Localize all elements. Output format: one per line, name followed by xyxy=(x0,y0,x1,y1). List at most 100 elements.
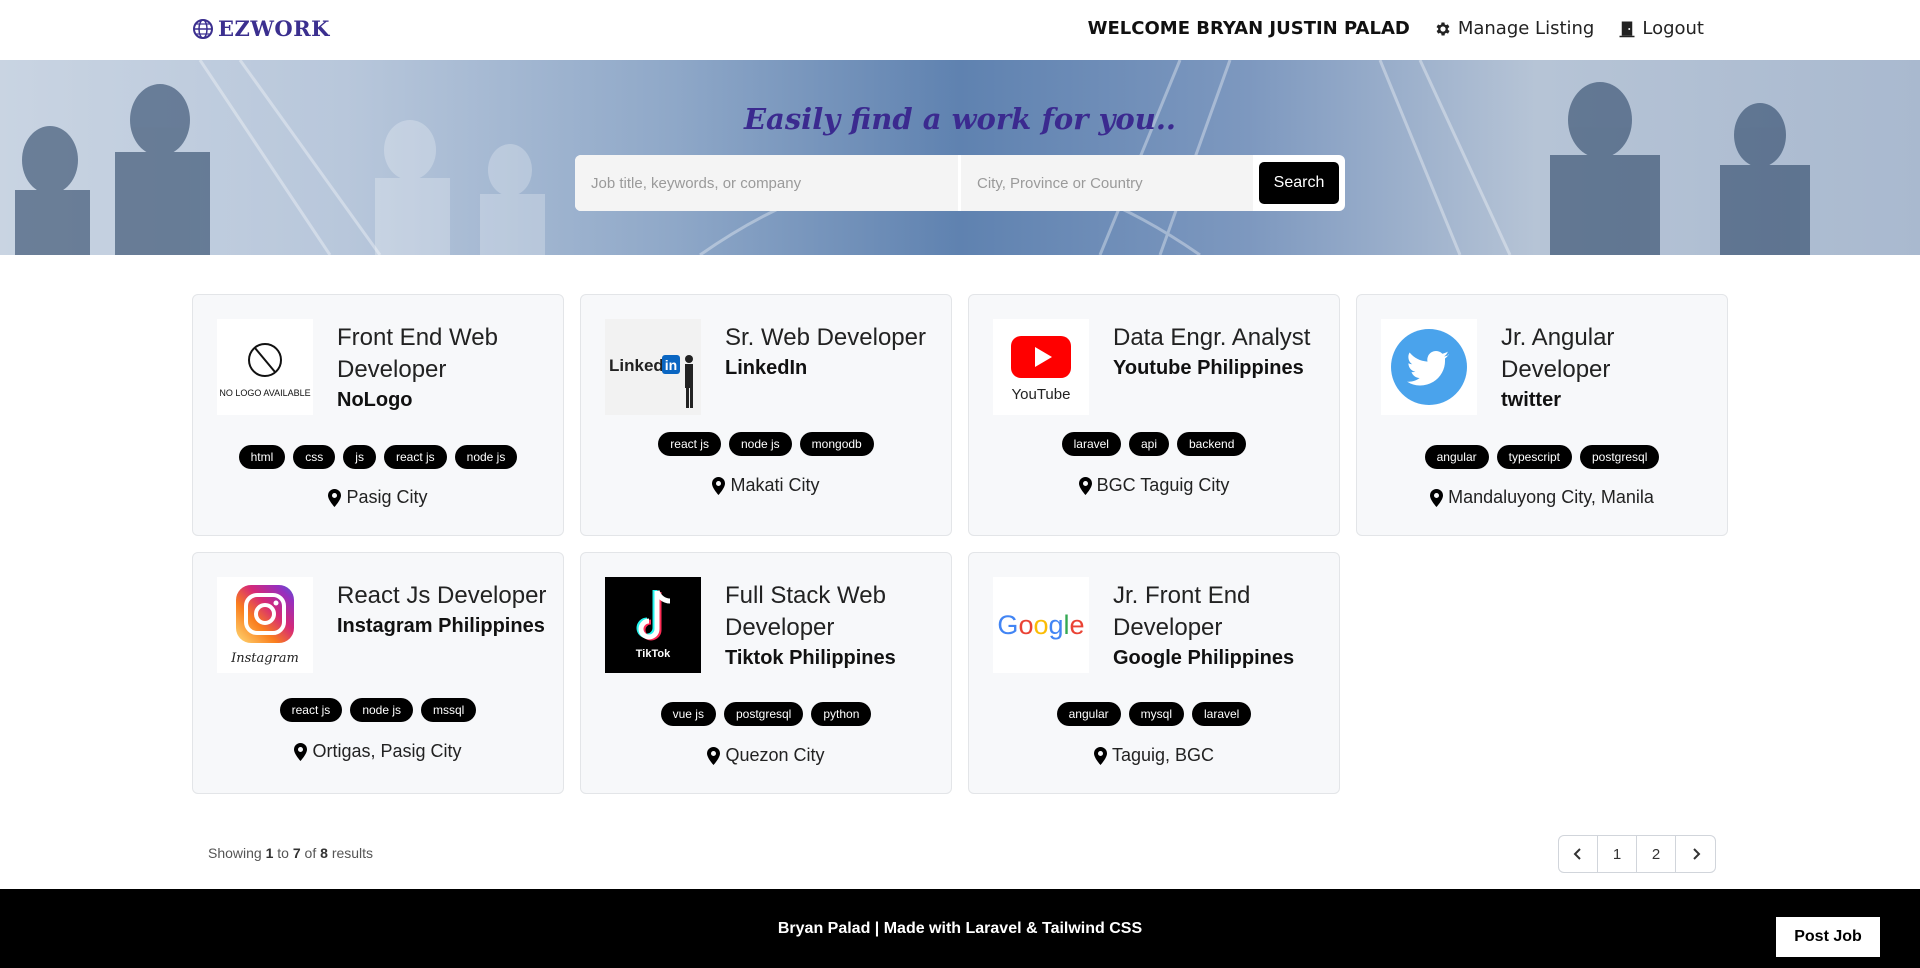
map-pin-icon xyxy=(1078,476,1092,495)
tag[interactable]: angular xyxy=(1056,702,1121,726)
footer: Bryan Palad | Made with Laravel & Tailwi… xyxy=(0,889,1920,968)
job-card[interactable]: NO LOGO AVAILABLE Front End Web Develope… xyxy=(192,294,564,536)
tag[interactable]: react js xyxy=(279,698,343,722)
pagination: 1 2 xyxy=(1558,835,1716,873)
youtube-caption: YouTube xyxy=(1012,386,1071,403)
showing-prefix: Showing xyxy=(208,845,262,861)
logout-label: Logout xyxy=(1642,18,1704,39)
job-title: React Js Developer xyxy=(337,582,547,609)
logo[interactable]: EZWORK xyxy=(192,16,330,41)
tag[interactable]: node js xyxy=(728,432,792,456)
page-1-button[interactable]: 1 xyxy=(1598,836,1637,872)
company-name: NoLogo xyxy=(337,389,413,411)
logout-link[interactable]: Logout xyxy=(1618,18,1704,39)
tiktok-icon: TikTok xyxy=(605,577,701,673)
company-name: Instagram Philippines xyxy=(337,615,545,637)
job-location: Taguig, BGC xyxy=(969,745,1339,766)
location-text: BGC Taguig City xyxy=(1096,475,1230,495)
job-card[interactable]: Google Jr. Front End Developer Google Ph… xyxy=(968,552,1340,794)
tag-list: react js node js mongodb xyxy=(581,432,951,456)
job-location: Pasig City xyxy=(193,487,563,508)
job-card[interactable]: Linked in Sr. Web Developer LinkedIn rea… xyxy=(580,294,952,536)
tag-list: html css js react js node js xyxy=(193,445,563,469)
results-summary: Showing 1 to 7 of 8 results xyxy=(208,845,373,861)
door-icon xyxy=(1619,21,1635,37)
tag[interactable]: typescript xyxy=(1496,445,1572,469)
tag[interactable]: react js xyxy=(658,432,721,456)
tag-list: angular typescript postgresql xyxy=(1357,445,1727,469)
company-logo xyxy=(1381,319,1477,415)
results-to: 7 xyxy=(292,845,301,861)
map-pin-icon xyxy=(1430,488,1444,507)
results-from: 1 xyxy=(265,845,274,861)
map-pin-icon xyxy=(1093,746,1107,765)
tag[interactable]: js xyxy=(343,445,376,469)
tag[interactable]: node js xyxy=(350,698,414,722)
results-word: results xyxy=(331,845,374,861)
job-card[interactable]: Instagram React Js Developer Instagram P… xyxy=(192,552,564,794)
post-job-button[interactable]: Post Job xyxy=(1776,917,1880,957)
welcome-text: WELCOME BRYAN JUSTIN PALAD xyxy=(1087,18,1410,39)
company-name: LinkedIn xyxy=(725,357,808,379)
job-location: Ortigas, Pasig City xyxy=(193,741,563,762)
job-location: Makati City xyxy=(581,475,951,496)
tag[interactable]: api xyxy=(1128,432,1169,456)
tag[interactable]: vue js xyxy=(660,702,716,726)
company-name: Tiktok Philippines xyxy=(725,647,896,669)
manage-listing-label: Manage Listing xyxy=(1457,18,1595,39)
tag[interactable]: mssql xyxy=(421,698,477,722)
tag[interactable]: react js xyxy=(383,445,447,469)
tag[interactable]: mongodb xyxy=(799,432,874,456)
tag[interactable]: html xyxy=(238,445,286,469)
company-name: Google Philippines xyxy=(1113,647,1295,669)
nav-right: WELCOME BRYAN JUSTIN PALAD Manage Listin… xyxy=(1088,18,1704,39)
of-word: of xyxy=(304,845,317,861)
keyword-search-input[interactable] xyxy=(575,155,958,211)
job-location: Mandaluyong City, Manila xyxy=(1357,487,1727,508)
tiktok-caption: TikTok xyxy=(636,648,671,660)
job-title: Jr. Front End Developer xyxy=(1113,582,1251,641)
tag-list: vue js postgresql python xyxy=(581,702,951,726)
tag[interactable]: postgresql xyxy=(1580,445,1660,469)
location-text: Mandaluyong City, Manila xyxy=(1448,487,1654,507)
company-logo: NO LOGO AVAILABLE xyxy=(217,319,313,415)
globe-icon xyxy=(193,18,213,39)
job-card[interactable]: Jr. Angular Developer twitter angular ty… xyxy=(1356,294,1728,536)
tag[interactable]: node js xyxy=(454,445,518,469)
tag[interactable]: laravel xyxy=(1192,702,1252,726)
job-card[interactable]: YouTube Data Engr. Analyst Youtube Phili… xyxy=(968,294,1340,536)
map-pin-icon xyxy=(707,746,721,765)
company-logo: Linked in xyxy=(605,319,701,415)
tag[interactable]: backend xyxy=(1177,432,1247,456)
search-button[interactable]: Search xyxy=(1259,162,1339,204)
tag[interactable]: postgresql xyxy=(723,702,804,726)
tag[interactable]: laravel xyxy=(1061,432,1121,456)
tag[interactable]: mysql xyxy=(1128,702,1184,726)
prev-page-button[interactable] xyxy=(1559,836,1598,872)
chevron-left-icon xyxy=(1573,848,1581,860)
footer-credit: Bryan Palad | Made with Laravel & Tailwi… xyxy=(777,920,1143,937)
job-title: Full Stack Web Developer xyxy=(725,582,886,641)
logo-text: EZWORK xyxy=(218,16,330,41)
instagram-icon: Instagram xyxy=(230,585,299,666)
next-page-button[interactable] xyxy=(1676,836,1715,872)
manage-listing-link[interactable]: Manage Listing xyxy=(1434,18,1595,39)
google-icon: Google xyxy=(997,610,1084,640)
google-caption: Google xyxy=(997,610,1084,640)
tag-list: angular mysql laravel xyxy=(969,702,1339,726)
to-word: to xyxy=(277,845,289,861)
location-search-input[interactable] xyxy=(961,155,1253,211)
tag[interactable]: python xyxy=(811,702,872,726)
top-nav: EZWORK WELCOME BRYAN JUSTIN PALAD Manage… xyxy=(0,0,1920,60)
job-card[interactable]: TikTok Full Stack Web Developer Tiktok P… xyxy=(580,552,952,794)
map-pin-icon xyxy=(328,488,342,507)
company-logo: TikTok xyxy=(605,577,701,673)
map-pin-icon xyxy=(712,476,726,495)
company-logo: YouTube xyxy=(993,319,1089,415)
location-text: Ortigas, Pasig City xyxy=(312,741,462,761)
tag[interactable]: css xyxy=(293,445,336,469)
tag[interactable]: angular xyxy=(1424,445,1489,469)
twitter-icon xyxy=(1391,329,1467,405)
page-2-button[interactable]: 2 xyxy=(1637,836,1676,872)
gear-icon xyxy=(1436,21,1450,36)
